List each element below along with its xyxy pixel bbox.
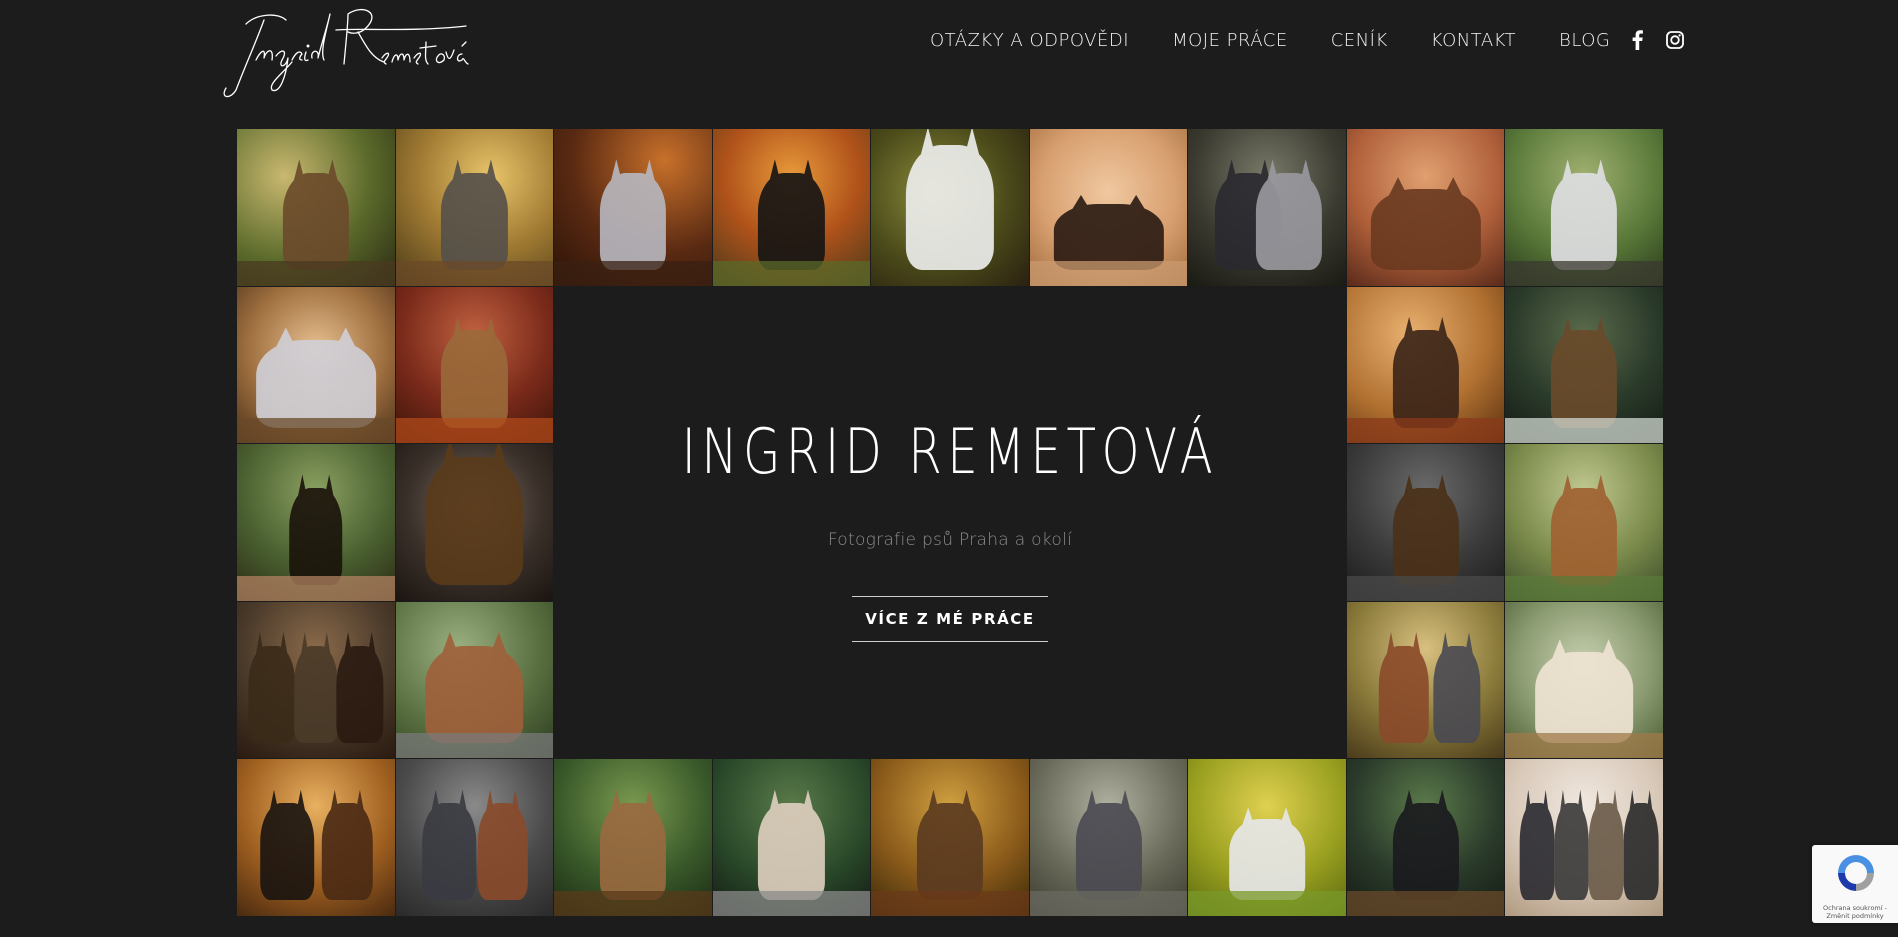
recaptcha-text[interactable]: Ochrana soukromí - Změnit podmínky [1814,904,1896,920]
site-logo[interactable] [216,2,478,102]
gallery-photo[interactable] [1346,129,1505,286]
instagram-icon[interactable] [1665,29,1685,51]
gallery-photo[interactable] [1346,286,1505,444]
gallery-photo[interactable] [554,129,712,286]
gallery-photo[interactable] [237,286,395,444]
gallery-photo[interactable] [1505,129,1663,286]
gallery-photo[interactable] [395,129,554,286]
hero-title: INGRID REMETOVÁ [681,414,1219,488]
gallery-photo[interactable] [1029,759,1188,916]
nav-item-pricing[interactable]: CENÍK [1331,30,1388,51]
recaptcha-icon [1838,855,1874,891]
gallery-photo[interactable] [1505,444,1663,601]
gallery-photo[interactable] [395,759,554,916]
gallery-photo[interactable] [1346,444,1505,601]
gallery-photo[interactable] [1029,129,1188,286]
main-navigation: OTÁZKY A ODPOVĚDI MOJE PRÁCE CENÍK KONTA… [930,26,1610,54]
more-work-button[interactable]: VÍCE Z MÉ PRÁCE [851,595,1048,642]
gallery-photo[interactable] [712,759,871,916]
gallery-photo[interactable] [1505,759,1663,916]
logo-signature-graphic [223,9,469,98]
gallery-photo[interactable] [237,759,395,916]
nav-item-blog[interactable]: BLOG [1559,30,1610,51]
photo-gallery: INGRID REMETOVÁ Fotografie psů Praha a o… [237,129,1663,916]
gallery-photo[interactable] [1505,286,1663,444]
gallery-photo[interactable] [237,129,395,286]
recaptcha-badge[interactable]: Ochrana soukromí - Změnit podmínky [1812,845,1898,923]
gallery-photo[interactable] [871,759,1029,916]
facebook-icon[interactable] [1627,29,1647,51]
page: OTÁZKY A ODPOVĚDI MOJE PRÁCE CENÍK KONTA… [0,0,1898,937]
gallery-photo[interactable] [871,129,1029,286]
gallery-photo[interactable] [1346,601,1505,759]
gallery-photo[interactable] [1346,759,1505,916]
hero-subtitle: Fotografie psů Praha a okolí [827,529,1073,550]
gallery-photo[interactable] [395,286,554,444]
gallery-photo[interactable] [1188,759,1346,916]
gallery-photo[interactable] [237,601,395,759]
gallery-photo[interactable] [1505,601,1663,759]
gallery-photo[interactable] [554,759,712,916]
social-links [1627,29,1685,51]
gallery-photo[interactable] [395,444,554,601]
hero-section: INGRID REMETOVÁ Fotografie psů Praha a o… [554,286,1346,759]
gallery-photo[interactable] [237,444,395,601]
nav-item-faq[interactable]: OTÁZKY A ODPOVĚDI [930,30,1129,51]
gallery-photo[interactable] [1188,129,1346,286]
gallery-photo[interactable] [395,601,554,759]
gallery-photo[interactable] [712,129,871,286]
nav-item-contact[interactable]: KONTAKT [1431,30,1516,51]
nav-item-my-work[interactable]: MOJE PRÁCE [1172,30,1288,51]
